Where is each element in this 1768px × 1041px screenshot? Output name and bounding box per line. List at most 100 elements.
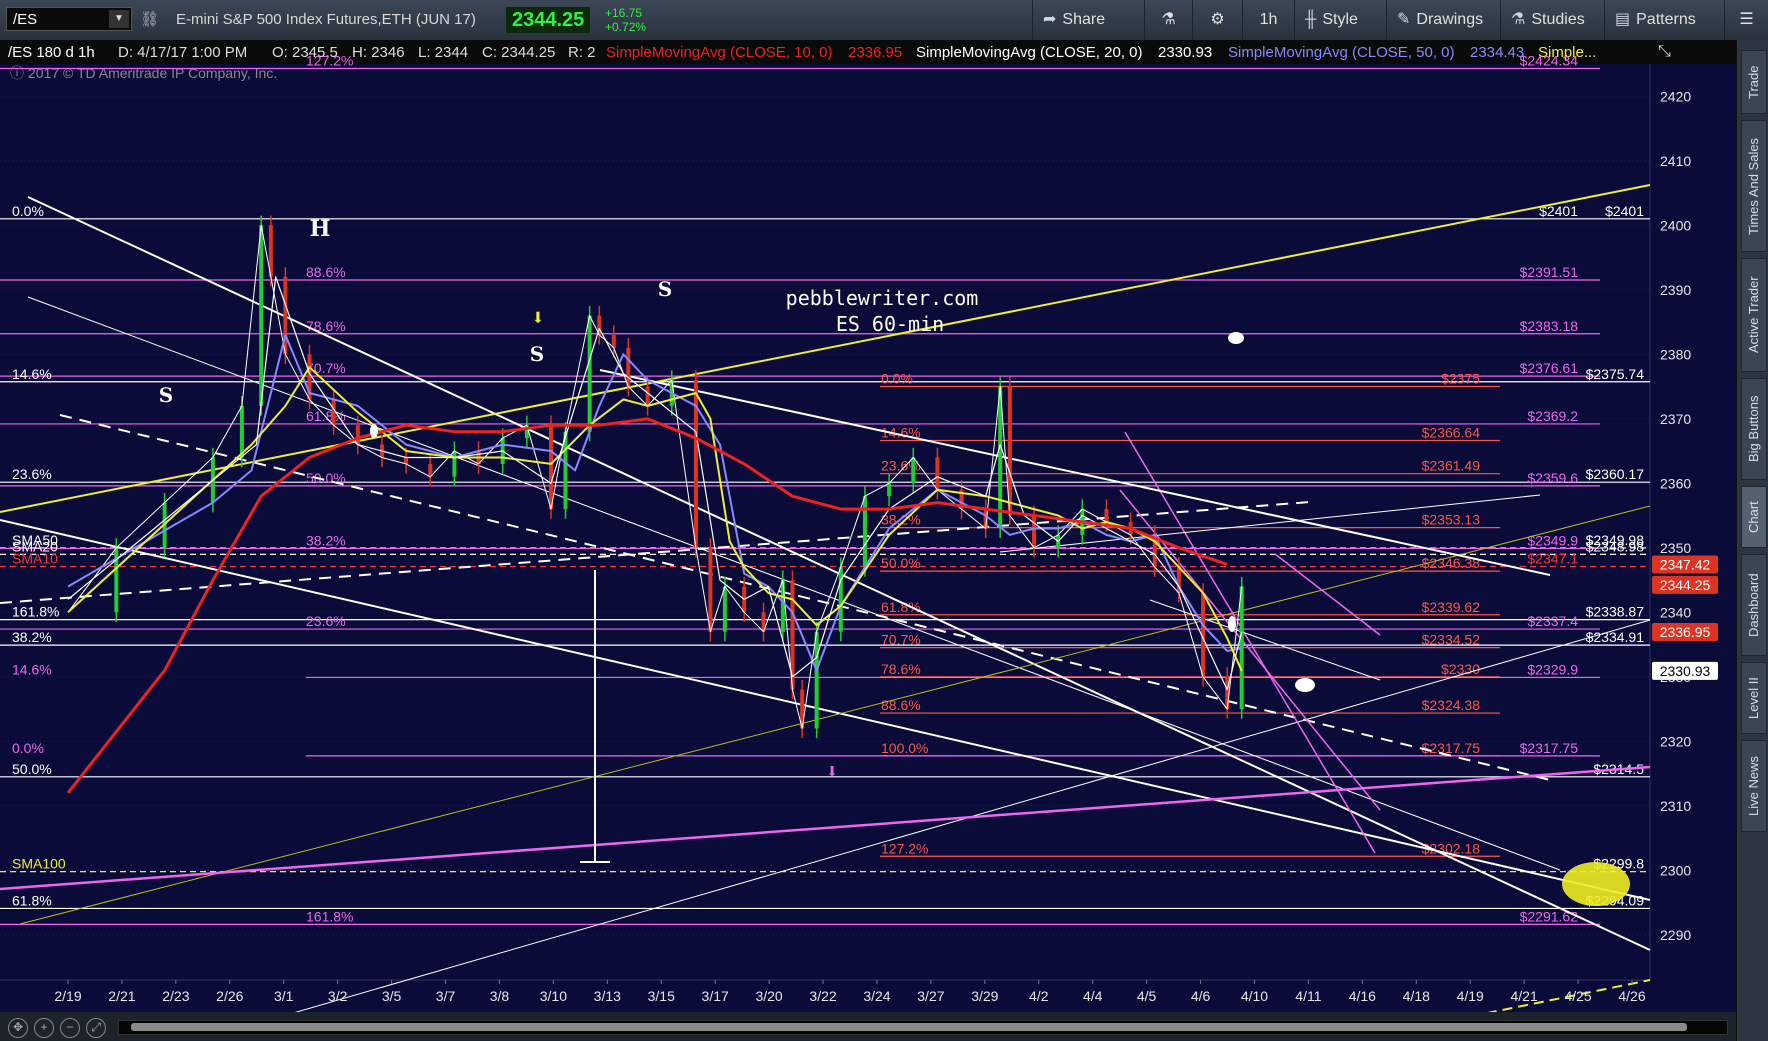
candle-body bbox=[549, 425, 553, 510]
candle-body bbox=[887, 483, 892, 497]
studies-label: Studies bbox=[1531, 11, 1585, 28]
sma20-label: SimpleMovingAvg (CLOSE, 20, 0) bbox=[916, 44, 1143, 61]
drawings-button[interactable]: ✎ Drawings bbox=[1386, 0, 1500, 40]
zoom-out-icon[interactable]: − bbox=[60, 1018, 80, 1038]
fib-price-label: $2334.52 bbox=[1422, 632, 1481, 648]
x-tick-label: 4/11 bbox=[1295, 988, 1321, 1004]
fib-level-label: 78.6% bbox=[881, 661, 921, 677]
fib-price-label: $2349.9 bbox=[1527, 532, 1578, 548]
candle-body bbox=[780, 580, 785, 632]
yellow-down-arrow: ⬇ bbox=[531, 306, 544, 331]
level-price-label: $2360.17 bbox=[1586, 466, 1645, 482]
gear-icon: ⚙ bbox=[1210, 11, 1225, 28]
fib-price-label: $2359.6 bbox=[1527, 470, 1578, 486]
tab-level-ii[interactable]: Level II bbox=[1741, 662, 1767, 734]
chevron-down-icon[interactable]: ▼ bbox=[109, 10, 129, 28]
timeframe-label: 1h bbox=[1259, 11, 1278, 28]
fib-level-label: SMA10 bbox=[12, 551, 58, 567]
sma20-value: 2330.93 bbox=[1158, 44, 1212, 61]
fib-level-label: 161.8% bbox=[12, 604, 59, 620]
bar-low: L: 2344 bbox=[418, 44, 468, 61]
x-tick-label: 3/1 bbox=[274, 988, 294, 1004]
tab-live-news[interactable]: Live News bbox=[1741, 740, 1767, 832]
candle-body bbox=[862, 496, 867, 568]
x-tick-label: 3/7 bbox=[436, 988, 456, 1004]
candle-body bbox=[452, 451, 457, 477]
x-tick-label: 4/6 bbox=[1191, 988, 1211, 1004]
horizontal-scrollbar[interactable] bbox=[118, 1020, 1728, 1035]
share-button[interactable]: ➦ Share bbox=[1032, 0, 1144, 40]
x-tick-label: 4/4 bbox=[1083, 988, 1103, 1004]
flask-button[interactable]: ⚗ bbox=[1144, 0, 1192, 40]
fib-price-label: $2391.51 bbox=[1520, 264, 1579, 280]
timeframe-button[interactable]: 1h bbox=[1242, 0, 1294, 40]
fib-level-label: 38.2% bbox=[306, 532, 346, 548]
fib-price-label: $2337.4 bbox=[1527, 613, 1578, 629]
change-percent: +0.72% bbox=[605, 20, 647, 34]
tab-big-buttons[interactable]: Big Buttons bbox=[1741, 378, 1767, 480]
fib-price-label: $2376.61 bbox=[1520, 360, 1579, 376]
menu-icon: ☰ bbox=[1739, 11, 1754, 28]
info-icon[interactable]: ⓘ bbox=[10, 65, 24, 81]
style-button[interactable]: ╫ Style bbox=[1294, 0, 1386, 40]
x-tick-label: 3/2 bbox=[328, 988, 348, 1004]
x-tick-label: 3/24 bbox=[863, 988, 890, 1004]
x-tick-label: 3/13 bbox=[594, 988, 621, 1004]
scrollbar-thumb[interactable] bbox=[131, 1023, 1687, 1031]
x-tick-label: 2/21 bbox=[108, 988, 135, 1004]
x-tick-label: 3/29 bbox=[971, 988, 998, 1004]
x-tick-label: 4/5 bbox=[1137, 988, 1157, 1004]
site-label: pebblewriter.com bbox=[786, 286, 979, 310]
tab-trade[interactable]: Trade bbox=[1741, 50, 1767, 114]
collapse-icon[interactable]: ⤡ bbox=[1658, 43, 1671, 60]
tab-chart[interactable]: Chart bbox=[1741, 486, 1767, 548]
symbol-input[interactable]: /ES ▼ bbox=[6, 7, 132, 31]
candle-body bbox=[838, 567, 843, 632]
settings-button[interactable]: ⚙ bbox=[1192, 0, 1242, 40]
studies-button[interactable]: ⚗ Studies bbox=[1500, 0, 1604, 40]
x-tick-label: 2/19 bbox=[54, 988, 81, 1004]
menu-button[interactable]: ☰ bbox=[1724, 0, 1768, 40]
candle-body bbox=[1032, 515, 1036, 548]
price-change: +16.75 +0.72% bbox=[605, 6, 646, 34]
y-tick-label: 2350 bbox=[1660, 540, 1691, 556]
study-header: /ES 180 d 1h D: 4/17/17 1:00 PM O: 2345.… bbox=[8, 44, 1596, 61]
tab-times-and-sales[interactable]: Times And Sales bbox=[1741, 120, 1767, 252]
price-chart[interactable]: /ES 180 d 1h D: 4/17/17 1:00 PM O: 2345.… bbox=[0, 40, 1736, 1012]
pencil-icon: ✎ bbox=[1397, 11, 1411, 28]
pan-icon[interactable]: ✥ bbox=[8, 1018, 28, 1038]
fib-level-label: 78.6% bbox=[306, 318, 346, 334]
head-label: H bbox=[310, 216, 331, 242]
x-tick-label: 3/8 bbox=[490, 988, 510, 1004]
link-icon[interactable]: ⛓ bbox=[140, 10, 159, 28]
pink-down-arrow: ⬇ bbox=[826, 759, 838, 783]
zoom-fit-icon[interactable]: ⤢ bbox=[86, 1018, 106, 1038]
tab-dashboard[interactable]: Dashboard bbox=[1741, 554, 1767, 656]
chart-toolbar: /ES ▼ ⛓ E-mini S&P 500 Index Futures,ETH… bbox=[0, 0, 1768, 41]
x-tick-label: 4/19 bbox=[1457, 988, 1484, 1004]
marker-dot bbox=[1295, 678, 1315, 692]
marker-dot bbox=[1228, 616, 1236, 632]
bar-datetime: D: 4/17/17 1:00 PM bbox=[118, 44, 247, 61]
right-shoulder-label: S bbox=[658, 277, 672, 301]
bar-range: R: 2 bbox=[568, 44, 596, 61]
fib-price-label: $2424.34 bbox=[1520, 53, 1579, 69]
candle-body bbox=[645, 386, 650, 406]
y-tick-label: 2420 bbox=[1660, 88, 1691, 104]
x-tick-label: 3/10 bbox=[540, 988, 567, 1004]
patterns-button[interactable]: ▤ Patterns bbox=[1604, 0, 1724, 40]
fib-level-label: 23.6% bbox=[306, 613, 346, 629]
zoom-in-icon[interactable]: + bbox=[34, 1018, 54, 1038]
sma50-label: SimpleMovingAvg (CLOSE, 50, 0) bbox=[1228, 44, 1455, 61]
candle-body bbox=[331, 399, 336, 426]
x-tick-label: 2/23 bbox=[162, 988, 189, 1004]
tab-active-trader[interactable]: Active Trader bbox=[1741, 258, 1767, 372]
fib-level-label: 88.6% bbox=[306, 264, 346, 280]
x-tick-label: 4/26 bbox=[1618, 988, 1645, 1004]
x-tick-label: 4/18 bbox=[1403, 988, 1430, 1004]
fib-price-label: $2383.18 bbox=[1520, 318, 1579, 334]
fib-price-label: $2366.64 bbox=[1422, 424, 1481, 440]
style-label: Style bbox=[1322, 11, 1358, 28]
fib-level-label: 50.0% bbox=[881, 555, 921, 571]
fib-price-label: $2324.38 bbox=[1422, 697, 1481, 713]
